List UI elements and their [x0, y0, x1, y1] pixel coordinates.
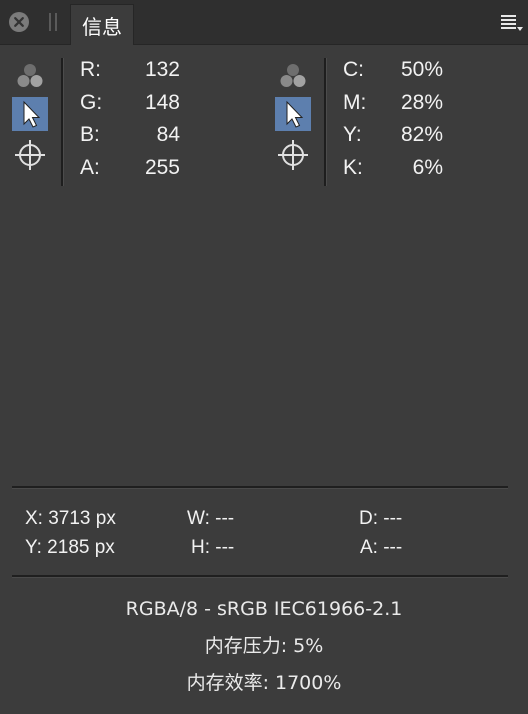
- pointer-icon: [23, 100, 41, 128]
- channel-value: 148: [144, 90, 180, 114]
- crosshair-tool[interactable]: [275, 138, 311, 172]
- readout-row-k: K: 6%: [343, 152, 443, 185]
- readout-row-a: A: 255: [80, 152, 180, 185]
- color-channels-tool[interactable]: [12, 59, 48, 93]
- readout-row-y: Y: 82%: [343, 119, 443, 152]
- height-value: H: ---: [191, 537, 235, 558]
- distance-value: D: ---: [359, 508, 403, 529]
- pointer-tool[interactable]: [275, 97, 311, 131]
- footer-top-divider: [12, 575, 508, 578]
- right-column-divider: [324, 58, 327, 186]
- channel-label: C:: [343, 58, 364, 81]
- crosshair-target-icon: [15, 140, 45, 170]
- channel-label: G:: [80, 90, 103, 114]
- channel-value: 28%: [400, 90, 443, 114]
- channel-label: R:: [80, 58, 101, 81]
- angle-value: A: ---: [360, 537, 403, 558]
- channel-value: 82%: [400, 123, 443, 146]
- document-info-footer: RGBA/8 - sRGB IEC61966-2.1 内存压力: 5% 内存效率…: [0, 591, 528, 702]
- color-channels-tool[interactable]: [275, 59, 311, 93]
- right-tool-column: [275, 56, 311, 188]
- channel-label: K:: [343, 155, 363, 179]
- close-icon: [10, 13, 28, 31]
- channel-value: 255: [144, 155, 180, 179]
- coords-top-divider: [12, 486, 508, 489]
- channel-value: 6%: [412, 155, 443, 179]
- drag-grip-handle[interactable]: [49, 13, 57, 31]
- tab-info-label: 信息: [82, 14, 122, 39]
- info-panel: 信息 R: 132 G: 148 B: 84 A: 255 C: 50% M: …: [0, 0, 528, 714]
- close-panel-button[interactable]: [9, 12, 29, 32]
- channel-label: Y:: [343, 123, 362, 146]
- channel-label: M:: [343, 90, 367, 114]
- channel-value: 84: [156, 123, 180, 146]
- readout-row-m: M: 28%: [343, 87, 443, 120]
- readout-row-g: G: 148: [80, 87, 180, 120]
- coordinates-readout: X: 3713 px Y: 2185 px W: --- H: --- D: -…: [0, 504, 528, 564]
- left-column-divider: [61, 58, 64, 186]
- crosshair-target-icon: [278, 140, 308, 170]
- tab-info[interactable]: 信息: [70, 4, 134, 45]
- readout-row-b: B: 84: [80, 119, 180, 152]
- channel-label: B:: [80, 123, 100, 146]
- memory-efficiency-text: 内存效率: 1700%: [186, 672, 342, 694]
- color-format-text: RGBA/8 - sRGB IEC61966-2.1: [125, 598, 403, 620]
- pointer-tool[interactable]: [12, 97, 48, 131]
- channel-value: 132: [144, 58, 180, 81]
- readout-row-r: R: 132: [80, 54, 180, 87]
- rgba-readout: R: 132 G: 148 B: 84 A: 255: [80, 54, 180, 184]
- left-tool-column: [12, 56, 48, 188]
- color-channels-icon: [280, 64, 306, 87]
- cursor-y-value: Y: 2185 px: [25, 537, 115, 558]
- crosshair-tool[interactable]: [12, 138, 48, 172]
- width-value: W: ---: [187, 508, 235, 529]
- pointer-icon: [286, 100, 304, 128]
- readout-row-c: C: 50%: [343, 54, 443, 87]
- panel-titlebar: 信息: [0, 0, 528, 45]
- panel-menu-button[interactable]: [500, 12, 524, 34]
- memory-pressure-text: 内存压力: 5%: [204, 635, 324, 657]
- channel-value: 50%: [400, 58, 443, 81]
- menu-icon: [501, 15, 523, 31]
- color-channels-icon: [17, 64, 43, 87]
- channel-label: A:: [80, 155, 100, 179]
- cmyk-readout: C: 50% M: 28% Y: 82% K: 6%: [343, 54, 443, 184]
- cursor-x-value: X: 3713 px: [25, 508, 116, 529]
